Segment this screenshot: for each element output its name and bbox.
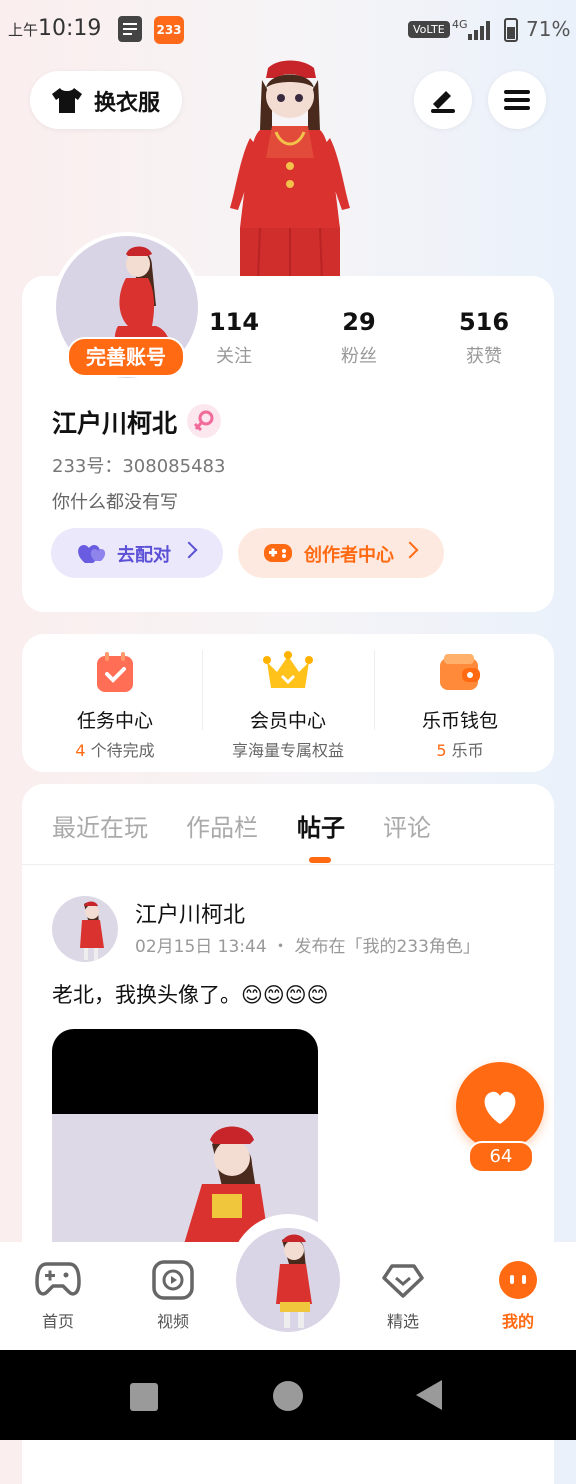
likes-received-label[interactable]: 获赞 (434, 342, 534, 368)
followers-label[interactable]: 粉丝 (309, 342, 409, 368)
nav-featured-label: 精选 (386, 1312, 419, 1331)
task-center-item[interactable]: 任务中心 4 个待完成 (30, 646, 200, 766)
status-time: 上午10:19 (8, 16, 102, 41)
status-bar: 上午10:19 233 VoLTE 4G 71% (0, 0, 576, 60)
user-bio: 你什么都没有写 (52, 492, 178, 513)
tab-recently-played[interactable]: 最近在玩 (52, 808, 148, 843)
chevron-right-icon (180, 541, 198, 559)
tab-works[interactable]: 作品栏 (186, 808, 258, 843)
tab-comments[interactable]: 评论 (383, 808, 431, 843)
nav-home[interactable]: 首页 (18, 1260, 98, 1332)
home-button[interactable] (273, 1381, 303, 1411)
video-play-icon (152, 1260, 194, 1300)
nav-avatar-button[interactable] (236, 1228, 340, 1332)
task-center-title: 任务中心 (76, 710, 153, 732)
vip-center-subtitle: 享海量专属权益 (231, 741, 344, 760)
vip-center-item[interactable]: 会员中心 享海量专属权益 (203, 646, 373, 766)
hamburger-menu-icon (504, 90, 530, 110)
nav-home-label: 首页 (41, 1312, 74, 1331)
wallet-title: 乐币钱包 (421, 710, 498, 732)
match-label: 去配对 (117, 545, 171, 566)
complete-account-button[interactable]: 完善账号 (67, 337, 185, 377)
tshirt-icon (52, 88, 82, 113)
profile-username: 江户川柯北 (52, 409, 178, 438)
like-button[interactable] (456, 1062, 544, 1150)
back-button[interactable] (416, 1380, 442, 1410)
gamepad-icon (35, 1262, 81, 1296)
vip-center-title: 会员中心 (249, 710, 326, 732)
tab-posts[interactable]: 帖子 (297, 808, 345, 843)
nav-video-label: 视频 (156, 1312, 189, 1331)
following-label[interactable]: 关注 (184, 342, 284, 368)
battery-icon (504, 18, 518, 42)
pencil-icon (431, 91, 455, 113)
divider (22, 864, 554, 865)
notification-doc-icon (118, 16, 142, 42)
nav-me[interactable]: 我的 (478, 1260, 558, 1332)
post-author-name[interactable]: 江户川柯北 (135, 897, 245, 929)
change-outfit-button[interactable]: 换衣服 (30, 71, 182, 129)
following-count[interactable]: 114 (184, 308, 284, 336)
nav-video[interactable]: 视频 (133, 1260, 213, 1332)
nav-me-label: 我的 (501, 1312, 534, 1331)
nav-featured[interactable]: 精选 (363, 1260, 443, 1332)
hearts-icon (78, 545, 106, 563)
nav-avatar-figure (276, 1234, 312, 1328)
change-outfit-label: 换衣服 (94, 91, 161, 116)
post-author-avatar[interactable] (52, 896, 118, 962)
edit-button[interactable] (414, 71, 472, 129)
match-button[interactable]: 去配对 (51, 528, 223, 578)
calendar-check-icon (97, 652, 133, 692)
post-text: 老北，我换头像了。😊😊😊😊 (52, 983, 329, 1007)
wallet-subtitle: 5 乐币 (436, 741, 484, 760)
heart-icon (484, 1091, 516, 1124)
like-count: 64 (468, 1141, 534, 1173)
heart-diamond-icon (382, 1264, 424, 1298)
user-id: 233号：308085483 (52, 456, 226, 477)
signal-icon (468, 21, 490, 40)
battery-percent: 71% (526, 17, 571, 41)
volte-icon: VoLTE (408, 21, 450, 38)
chevron-right-icon (401, 541, 419, 559)
female-gender-icon (187, 404, 221, 438)
app-233-notification-icon: 233 (154, 16, 184, 44)
recent-apps-button[interactable] (130, 1383, 158, 1411)
crown-icon (263, 651, 313, 688)
likes-received-count[interactable]: 516 (434, 308, 534, 336)
active-tab-indicator (309, 857, 331, 863)
creator-center-label: 创作者中心 (304, 545, 394, 566)
creator-center-button[interactable]: 创作者中心 (238, 528, 444, 578)
wallet-item[interactable]: 乐币钱包 5 乐币 (375, 646, 545, 766)
task-center-subtitle: 4 个待完成 (75, 741, 155, 760)
followers-count[interactable]: 29 (309, 308, 409, 336)
gamepad-plus-icon (264, 544, 292, 562)
post-meta: 02月15日 13:44 ・ 发布在「我的233角色」 (135, 937, 480, 957)
face-icon (499, 1261, 537, 1299)
wallet-icon (440, 654, 480, 690)
character-avatar-3d[interactable] (220, 58, 360, 280)
menu-button[interactable] (488, 71, 546, 129)
